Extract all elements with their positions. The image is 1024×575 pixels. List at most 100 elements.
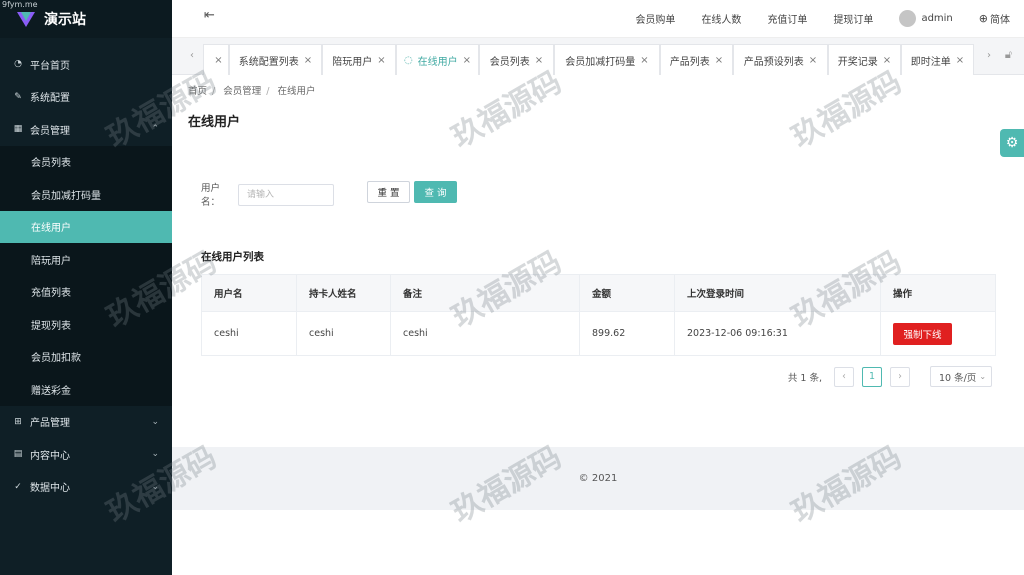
force-logout-button[interactable]: 强制下线 <box>893 322 952 345</box>
tab-product-preset-list[interactable]: 产品预设列表 × <box>733 44 828 75</box>
tab-label: 产品列表 <box>669 56 710 68</box>
sidebar-item-dashboard[interactable]: ◔ 平台首页 <box>0 48 172 81</box>
sidebar-item-label: 数据中心 <box>30 483 70 495</box>
column-last-login: 上次登录时间 <box>674 274 881 312</box>
reset-button[interactable]: 重 置 <box>367 181 410 203</box>
tab-bar: ‹ × 系统配置列表 × 陪玩用户 × ◌ 在线用户 × 会员列表 × 会员加减打码量 ×… <box>172 38 1024 75</box>
sidebar-item-member-management[interactable]: ▦ 会员管理 ⌃ <box>0 113 172 146</box>
sidebar-item-system-config[interactable]: ✎ 系统配置 <box>0 81 172 114</box>
breadcrumb-home[interactable]: 首页 <box>188 86 207 97</box>
refresh-icon: ◌ <box>403 54 413 66</box>
grid-icon: ⊞ <box>14 416 22 427</box>
cell-action: 强制下线 <box>880 311 996 356</box>
sidebar-item-label: 会员管理 <box>30 125 70 137</box>
column-note: 备注 <box>390 274 580 312</box>
sidebar-item-label: 会员加扣款 <box>31 353 81 365</box>
column-action: 操作 <box>880 274 996 312</box>
next-page-button[interactable]: › <box>890 366 910 387</box>
tab-label: 系统配置列表 <box>238 56 299 68</box>
tab-label: 陪玩用户 <box>332 56 373 68</box>
sidebar-item-label: 陪玩用户 <box>31 255 71 267</box>
chevron-left-icon[interactable]: ‹ <box>190 50 194 61</box>
sidebar-item-label: 平台首页 <box>30 60 70 72</box>
check-circle-icon: ✓ <box>14 481 22 492</box>
close-icon[interactable]: × <box>640 55 648 66</box>
chevron-down-icon: ⌄ <box>151 416 159 427</box>
sidebar-item-balance-adjust[interactable]: 会员加扣款 <box>0 340 172 373</box>
page-size-select[interactable]: 10 条/页 ⌄ <box>930 366 992 387</box>
tab-label: 在线用户 <box>417 56 458 68</box>
chevron-down-icon: ⌄ <box>151 481 159 492</box>
sidebar-item-withdraw-list[interactable]: 提现列表 <box>0 308 172 341</box>
sidebar-item-label: 内容中心 <box>30 450 70 462</box>
sidebar-item-content-center[interactable]: ▤ 内容中心 ⌄ <box>0 438 172 471</box>
header-link-withdraw-orders[interactable]: 提现订单 <box>833 11 873 26</box>
lock-icon[interactable]: 🔓︎ <box>1005 48 1012 62</box>
header-link-member-orders[interactable]: 会员购单 <box>635 11 675 26</box>
tab-companion-users[interactable]: 陪玩用户 × <box>322 44 396 75</box>
sidebar-item-label: 会员加减打码量 <box>31 190 101 202</box>
tab-member-list[interactable]: 会员列表 × <box>479 44 554 75</box>
tab-label: 即时注单 <box>910 56 951 68</box>
close-icon[interactable]: × <box>304 55 312 66</box>
tab-instant-bets[interactable]: 即时注单 × <box>901 44 974 75</box>
close-icon[interactable]: × <box>214 55 222 66</box>
sidebar-item-online-users[interactable]: 在线用户 <box>0 210 172 243</box>
column-cardholder: 持卡人姓名 <box>296 274 391 312</box>
sidebar: 演示站 ◔ 平台首页 ✎ 系统配置 ▦ 会员管理 ⌃ 会员列表 会员加减打码量 … <box>0 0 172 575</box>
sidebar-item-recharge-list[interactable]: 充值列表 <box>0 275 172 308</box>
close-icon[interactable]: × <box>535 55 543 66</box>
tab-system-config-list[interactable]: 系统配置列表 × <box>229 44 322 75</box>
footer: © 2021 <box>172 447 1024 510</box>
prev-page-button[interactable]: ‹ <box>834 366 854 387</box>
sidebar-item-label: 提现列表 <box>31 320 71 332</box>
menu-fold-icon[interactable]: ⇤ <box>204 9 218 23</box>
close-icon[interactable]: × <box>809 55 817 66</box>
header-link-recharge-orders[interactable]: 充值订单 <box>767 11 807 26</box>
breadcrumb-member-management[interactable]: 会员管理 <box>223 86 261 97</box>
sidebar-item-label: 系统配置 <box>30 93 70 105</box>
online-users-table: 用户名 持卡人姓名 备注 金额 上次登录时间 操作 ceshi ceshi ce… <box>201 274 996 356</box>
close-icon[interactable]: × <box>715 55 723 66</box>
cell-cardholder: ceshi <box>296 311 391 356</box>
table-icon: ▦ <box>13 124 23 135</box>
tab-bet-adjust[interactable]: 会员加减打码量 × <box>554 44 660 75</box>
close-icon[interactable]: × <box>463 55 471 66</box>
tab-draw-records[interactable]: 开奖记录 × <box>828 44 901 75</box>
query-button[interactable]: 查 询 <box>414 181 457 203</box>
avatar[interactable] <box>899 9 917 27</box>
tab-product-list[interactable]: 产品列表 × <box>660 44 733 75</box>
header-link-online-count[interactable]: 在线人数 <box>701 11 741 26</box>
globe-icon: ⊕ <box>978 11 988 25</box>
close-icon[interactable]: × <box>377 55 385 66</box>
sidebar-item-label: 充值列表 <box>31 288 71 300</box>
breadcrumb: 首页 / 会员管理 / 在线用户 <box>188 86 316 97</box>
cell-last-login: 2023-12-06 09:16:31 <box>674 311 881 356</box>
top-header: ⇤ 会员购单 在线人数 充值订单 提现订单 admin ⊕ 简体 <box>172 0 1024 38</box>
breadcrumb-current: 在线用户 <box>277 86 316 97</box>
column-amount: 金额 <box>579 274 675 312</box>
language-switch[interactable]: ⊕ 简体 <box>979 11 1010 26</box>
username-input[interactable] <box>238 184 334 206</box>
column-username: 用户名 <box>201 274 297 312</box>
page-number[interactable]: 1 <box>862 366 882 387</box>
sidebar-item-product-management[interactable]: ⊞ 产品管理 ⌄ <box>0 406 172 439</box>
logo-text: 演示站 <box>44 12 86 28</box>
tab-label: 会员列表 <box>489 56 530 68</box>
edit-icon: ✎ <box>14 91 22 102</box>
sidebar-item-label: 在线用户 <box>31 223 71 235</box>
tab-hidden[interactable]: × <box>203 44 229 75</box>
sidebar-item-data-center[interactable]: ✓ 数据中心 ⌄ <box>0 471 172 504</box>
user-name[interactable]: admin <box>921 13 952 24</box>
watermark-url: 9fym.me <box>2 0 38 9</box>
footer-copyright: © 2021 <box>578 473 618 484</box>
chevron-right-icon[interactable]: › <box>987 50 991 61</box>
settings-gear-icon[interactable]: ⚙ <box>1000 129 1024 157</box>
sidebar-item-member-list[interactable]: 会员列表 <box>0 145 172 178</box>
sidebar-item-bet-adjust[interactable]: 会员加减打码量 <box>0 178 172 211</box>
tab-online-users[interactable]: ◌ 在线用户 × <box>396 44 479 75</box>
sidebar-item-bonus[interactable]: 赠送彩金 <box>0 373 172 406</box>
sidebar-item-companion-users[interactable]: 陪玩用户 <box>0 243 172 276</box>
close-icon[interactable]: × <box>883 55 891 66</box>
close-icon[interactable]: × <box>956 55 964 66</box>
